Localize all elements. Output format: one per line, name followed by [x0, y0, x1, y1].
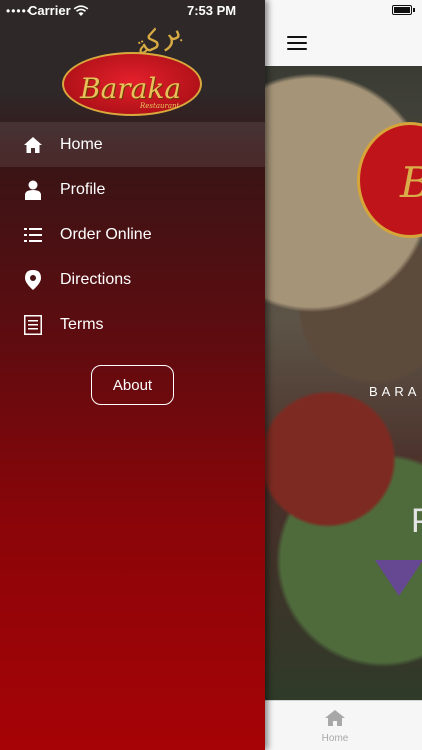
menu-item-profile[interactable]: Profile — [0, 167, 265, 212]
wifi-icon — [73, 4, 89, 22]
document-icon — [23, 314, 43, 335]
about-button[interactable]: About — [91, 365, 174, 405]
side-drawer: ﺑﺮﻛﺔ Baraka Restaurant Home Profile Orde… — [0, 0, 265, 750]
baraka-logo: ﺑﺮﻛﺔ Baraka Restaurant — [62, 15, 204, 120]
hamburger-menu-icon[interactable] — [287, 36, 307, 50]
home-icon — [325, 710, 345, 726]
menu-item-label: Terms — [60, 315, 104, 333]
location-pin-icon — [23, 269, 43, 290]
list-icon — [23, 225, 43, 245]
battery-icon — [392, 5, 412, 15]
hero-caption: BARA — [369, 384, 421, 399]
tab-home-label: Home — [321, 733, 349, 744]
menu-item-home[interactable]: Home — [0, 122, 265, 167]
carrier-name: Carrier — [28, 3, 71, 18]
tab-home[interactable]: Home — [317, 709, 353, 744]
drawer-menu: Home Profile Order Online Directions Ter… — [0, 122, 265, 347]
status-bar: ••••• Carrier 7:53 PM — [0, 0, 422, 22]
menu-item-order-online[interactable]: Order Online — [0, 212, 265, 257]
hero-letter: P — [411, 502, 422, 541]
menu-item-label: Order Online — [60, 225, 152, 243]
main-screen: B BARA P Home — [265, 0, 422, 750]
home-icon — [23, 135, 43, 155]
status-time: 7:53 PM — [187, 3, 237, 18]
decorative-triangle — [375, 560, 422, 596]
menu-item-label: Profile — [60, 180, 106, 198]
tab-bar: Home — [265, 700, 422, 750]
hero-logo-letter: B — [400, 158, 422, 207]
logo-subtitle: Restaurant — [140, 102, 180, 110]
menu-item-terms[interactable]: Terms — [0, 302, 265, 347]
logo-name: Baraka — [80, 72, 182, 105]
battery-tip — [413, 8, 415, 12]
person-icon — [23, 180, 43, 200]
menu-item-directions[interactable]: Directions — [0, 257, 265, 302]
menu-item-label: Home — [60, 135, 103, 153]
menu-item-label: Directions — [60, 270, 132, 288]
